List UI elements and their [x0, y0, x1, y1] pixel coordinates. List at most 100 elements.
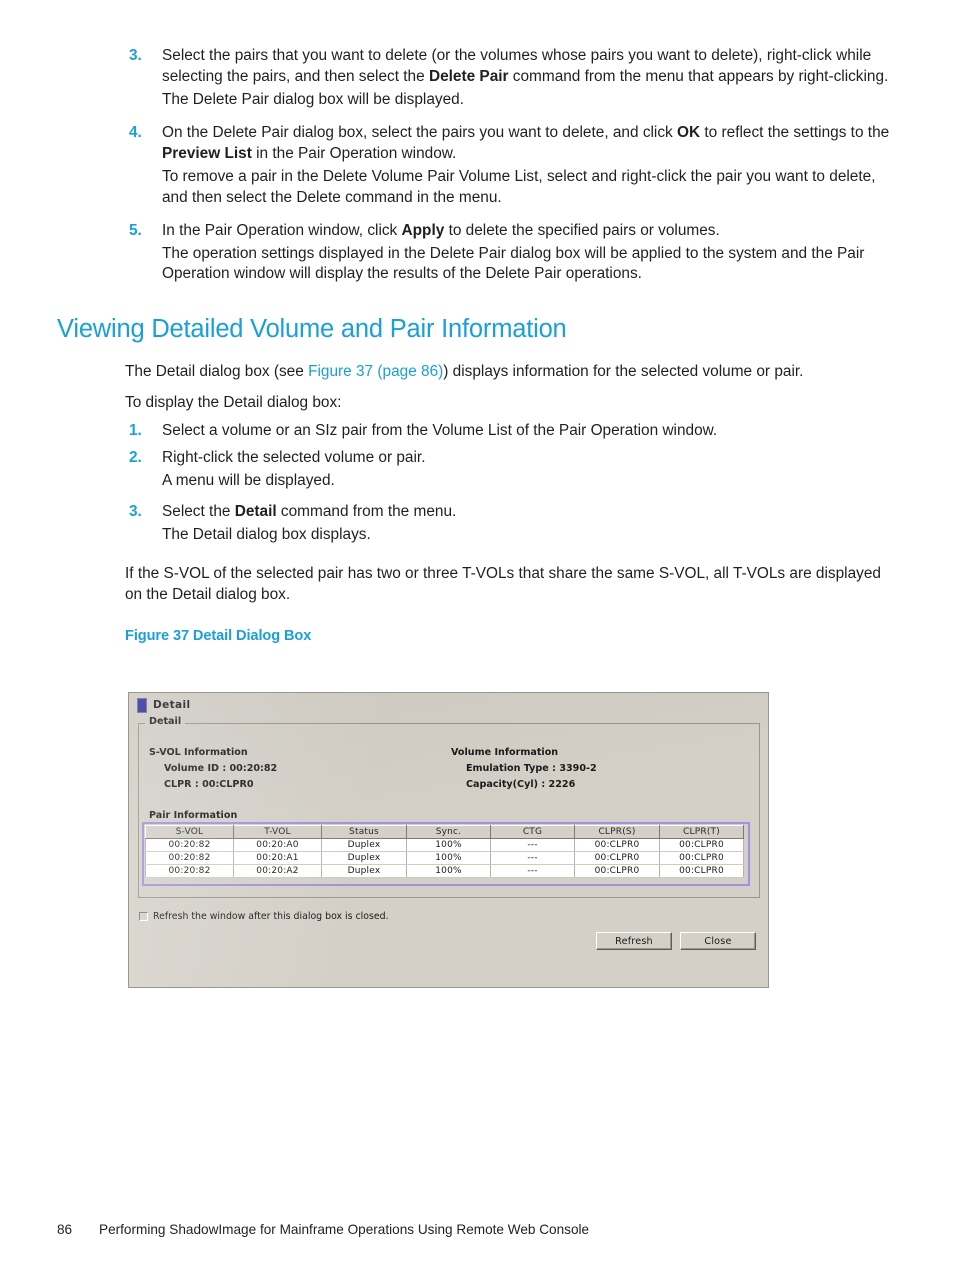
list-item-number: 4. — [129, 123, 142, 141]
column-header-ctg[interactable]: CTG — [490, 825, 575, 839]
list-item-followup: To remove a pair in the Delete Volume Pa… — [162, 167, 876, 206]
figure-cross-reference-link[interactable]: Figure 37 (page 86) — [308, 363, 443, 380]
column-header-tvol[interactable]: T-VOL — [233, 825, 322, 839]
closing-paragraph: If the S-VOL of the selected pair has tw… — [125, 564, 881, 603]
cell-status: Duplex — [321, 851, 407, 865]
cell-status: Duplex — [321, 864, 407, 878]
groupbox-legend: Detail — [145, 716, 186, 727]
cell-sync: 100% — [406, 864, 491, 878]
text-run: in the Pair Operation window. — [251, 144, 457, 162]
svol-information-heading: S-VOL Information — [149, 747, 248, 758]
pair-information-heading: Pair Information — [149, 810, 238, 821]
list-item-followup: A menu will be displayed. — [162, 472, 335, 490]
text-run-bold: Apply — [401, 221, 445, 239]
cell-ctg: --- — [490, 838, 575, 852]
column-header-sync[interactable]: Sync. — [406, 825, 491, 839]
page-number: 86 — [57, 1222, 73, 1237]
text-run: Right-click the selected volume or pair. — [162, 449, 426, 467]
table-row[interactable]: 00:20:82 00:20:A2 Duplex 100% --- 00:CLP… — [145, 864, 744, 878]
volume-emulation-type: Emulation Type : 3390-2 — [466, 763, 597, 774]
cell-tvol: 00:20:A2 — [233, 864, 322, 878]
document-page: 3. Select the pairs that you want to del… — [0, 0, 954, 1271]
figure-caption: Figure 37 Detail Dialog Box — [125, 627, 312, 644]
volume-information-heading: Volume Information — [451, 747, 559, 758]
list-item-number: 2. — [129, 449, 142, 467]
page-footer: 86 Performing ShadowImage for Mainframe … — [57, 1222, 589, 1237]
pair-information-table[interactable]: S-VOL T-VOL Status Sync. CTG CLPR(S) CLP… — [145, 825, 744, 878]
text-run: The Detail dialog box (see — [125, 363, 309, 381]
cell-status: Duplex — [321, 838, 407, 852]
list-item-number: 3. — [129, 503, 142, 521]
text-run-bold: Delete Pair — [428, 67, 509, 85]
text-run: On the Delete Pair dialog box, select th… — [162, 123, 678, 141]
text-run: command from the menu that appears by ri… — [508, 67, 889, 85]
column-header-clpr-t[interactable]: CLPR(T) — [659, 825, 744, 839]
text-run: to reflect the settings to the — [700, 123, 890, 141]
text-run: ) displays information for the selected … — [443, 363, 804, 381]
list-item-text: In the Pair Operation window, click Appl… — [162, 221, 897, 242]
table-header-row: S-VOL T-VOL Status Sync. CTG CLPR(S) CLP… — [145, 825, 744, 839]
table-row[interactable]: 00:20:82 00:20:A0 Duplex 100% --- 00:CLP… — [145, 838, 744, 852]
detail-dialog-screenshot: Detail Detail S-VOL Information Volume I… — [128, 692, 769, 988]
cell-clpr-t: 00:CLPR0 — [659, 864, 744, 878]
list-item-followup: The Delete Pair dialog box will be displ… — [162, 90, 464, 108]
table-row[interactable]: 00:20:82 00:20:A1 Duplex 100% --- 00:CLP… — [145, 851, 744, 865]
text-run: command from the menu. — [276, 503, 457, 521]
cell-sync: 100% — [406, 838, 491, 852]
svol-volume-id: Volume ID : 00:20:82 — [164, 763, 278, 774]
list-item-text: Select the pairs that you want to delete… — [162, 46, 897, 88]
section-heading: Viewing Detailed Volume and Pair Informa… — [57, 315, 567, 344]
cell-clpr-s: 00:CLPR0 — [574, 838, 660, 852]
cell-ctg: --- — [490, 851, 575, 865]
dialog-button-row: Refresh Close — [596, 932, 756, 950]
list-item: 5. In the Pair Operation window, click A… — [57, 221, 897, 242]
list-item-followup: The operation settings displayed in the … — [162, 244, 865, 283]
close-button[interactable]: Close — [680, 932, 756, 950]
list-item-text: On the Delete Pair dialog box, select th… — [162, 123, 897, 165]
cell-clpr-s: 00:CLPR0 — [574, 851, 660, 865]
svol-clpr: CLPR : 00:CLPR0 — [164, 779, 254, 790]
list-item: 2. Right-click the selected volume or pa… — [57, 448, 897, 469]
refresh-checkbox[interactable] — [139, 912, 148, 921]
dialog-title-bar: Detail — [129, 693, 768, 717]
cell-svol: 00:20:82 — [145, 864, 234, 878]
groupbox-top-border — [138, 723, 760, 724]
cell-tvol: 00:20:A1 — [233, 851, 322, 865]
document-body: 3. Select the pairs that you want to del… — [57, 46, 897, 644]
pair-information-table-panel[interactable]: S-VOL T-VOL Status Sync. CTG CLPR(S) CLP… — [142, 822, 750, 886]
cell-ctg: --- — [490, 864, 575, 878]
running-title: Performing ShadowImage for Mainframe Ope… — [99, 1222, 590, 1237]
cell-tvol: 00:20:A0 — [233, 838, 322, 852]
text-run-bold: Detail — [234, 503, 277, 521]
refresh-checkbox-row[interactable]: Refresh the window after this dialog box… — [139, 911, 389, 922]
list-item-number: 3. — [129, 47, 142, 64]
list-item-number: 1. — [129, 422, 142, 440]
list-item: 4. On the Delete Pair dialog box, select… — [57, 123, 897, 165]
cell-sync: 100% — [406, 851, 491, 865]
dialog-title: Detail — [153, 699, 191, 711]
intro-paragraph: The Detail dialog box (see Figure 37 (pa… — [125, 362, 897, 383]
column-header-clpr-s[interactable]: CLPR(S) — [574, 825, 660, 839]
list-item-text: Select a volume or an SIz pair from the … — [162, 421, 897, 442]
list-item: 3. Select the pairs that you want to del… — [57, 46, 897, 88]
list-item-followup: The Detail dialog box displays. — [162, 526, 371, 544]
column-header-status[interactable]: Status — [321, 825, 407, 839]
cell-clpr-t: 00:CLPR0 — [659, 838, 744, 852]
text-run: Select a volume or an SIz pair from the … — [162, 422, 718, 440]
cell-svol: 00:20:82 — [145, 838, 234, 852]
cell-clpr-s: 00:CLPR0 — [574, 864, 660, 878]
list-item-text: Right-click the selected volume or pair. — [162, 448, 897, 469]
window-icon — [137, 697, 147, 713]
list-item-text: Select the Detail command from the menu. — [162, 502, 897, 523]
cell-svol: 00:20:82 — [145, 851, 234, 865]
pair-table-scroll-area[interactable]: S-VOL T-VOL Status Sync. CTG CLPR(S) CLP… — [145, 825, 747, 883]
refresh-checkbox-label: Refresh the window after this dialog box… — [153, 911, 389, 922]
text-run: In the Pair Operation window, click — [162, 221, 402, 239]
lead-in-paragraph: To display the Detail dialog box: — [125, 394, 342, 412]
refresh-button[interactable]: Refresh — [596, 932, 672, 950]
list-item: 3. Select the Detail command from the me… — [57, 502, 897, 523]
column-header-svol[interactable]: S-VOL — [145, 825, 234, 839]
text-run: to delete the specified pairs or volumes… — [444, 221, 720, 239]
list-item: 1. Select a volume or an SIz pair from t… — [57, 421, 897, 442]
text-run-bold: OK — [677, 123, 701, 141]
